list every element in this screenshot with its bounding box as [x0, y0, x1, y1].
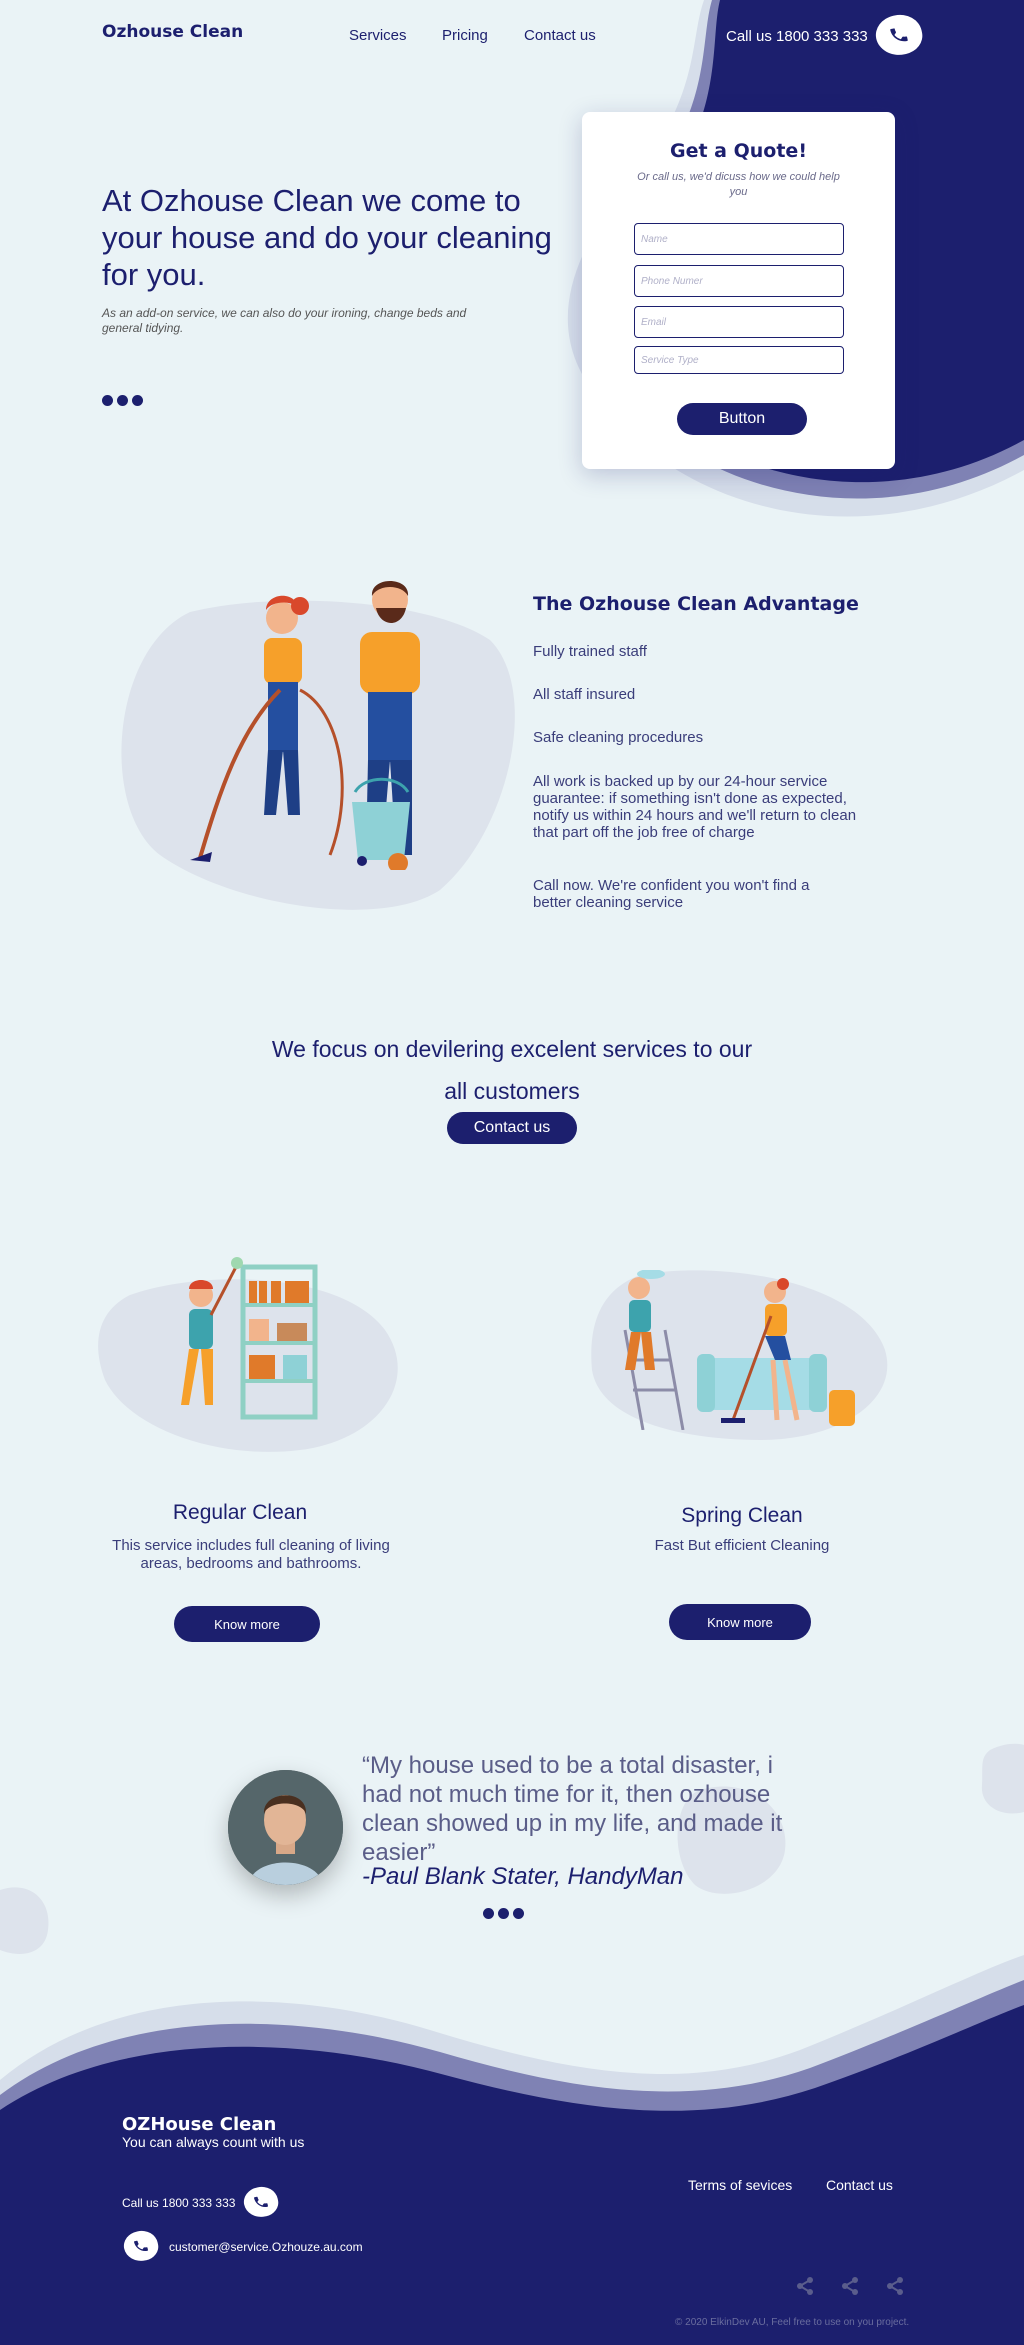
hero-title: At Ozhouse Clean we come to your house a…	[102, 183, 552, 292]
advantage-call-now: Call now. We're confident you won't find…	[533, 877, 810, 911]
quote-form-card: Get a Quote! Or call us, we'd dicuss how…	[582, 112, 895, 469]
quote-form-title: Get a Quote!	[670, 140, 807, 162]
advantage-guarantee: All work is backed up by our 24-hour ser…	[533, 773, 857, 841]
regular-clean-know-more-button[interactable]: Know more	[174, 1606, 320, 1642]
footer-terms-link[interactable]: Terms of sevices	[688, 2177, 792, 2193]
nav-services[interactable]: Services	[349, 27, 407, 44]
spring-clean-description: Fast But efficient Cleaning	[654, 1537, 830, 1554]
footer-brand: OZHouse Clean	[122, 2114, 277, 2135]
footer-email-link[interactable]: customer@service.Ozhouze.au.com	[169, 2240, 363, 2254]
nav-contact-us[interactable]: Contact us	[524, 27, 596, 44]
header-call-text[interactable]: Call us 1800 333 333	[726, 28, 868, 45]
advantage-title: The Ozhouse Clean Advantage	[533, 593, 859, 615]
focus-heading-line1: We focus on devilering excelent services…	[271, 1036, 753, 1062]
advantage-item: Fully trained staff	[533, 643, 647, 660]
email-field[interactable]	[634, 306, 844, 338]
phone-icon	[890, 28, 908, 42]
phone-field[interactable]	[634, 265, 844, 297]
name-field[interactable]	[634, 223, 844, 255]
contact-us-button[interactable]: Contact us	[447, 1112, 577, 1144]
social-share-icons	[795, 2276, 905, 2296]
spring-clean-illustration	[623, 1270, 855, 1430]
regular-clean-illustration	[181, 1257, 318, 1420]
reviewer-avatar	[228, 1770, 343, 1885]
regular-clean-description: This service includes full cleaning of l…	[112, 1537, 390, 1572]
phone-icon	[254, 2196, 268, 2208]
footer-call-text[interactable]: Call us 1800 333 333	[122, 2196, 235, 2210]
phone-icon	[134, 2240, 148, 2252]
advantage-item: All staff insured	[533, 686, 636, 703]
testimonial-quote: “My house used to be a total disaster, i…	[362, 1752, 783, 1866]
hero-subtitle: As an add-on service, we can also do you…	[102, 306, 467, 335]
hero-carousel-dots[interactable]	[102, 395, 143, 406]
share-icon[interactable]	[795, 2276, 815, 2296]
nav-pricing[interactable]: Pricing	[442, 27, 488, 44]
service-type-field[interactable]	[634, 346, 844, 374]
cleaners-illustration	[190, 581, 420, 870]
avatar-portrait-icon	[228, 1770, 343, 1885]
copyright-text: © 2020 ElkinDev AU, Feel free to use on …	[675, 2317, 910, 2328]
share-icon[interactable]	[840, 2276, 860, 2296]
regular-clean-title: Regular Clean	[172, 1501, 308, 1524]
quote-form-subtitle: Or call us, we'd dicuss how we could hel…	[637, 171, 840, 198]
testimonial-author: -Paul Blank Stater, HandyMan	[362, 1863, 684, 1890]
share-icon[interactable]	[885, 2276, 905, 2296]
footer-tagline: You can always count with us	[122, 2134, 305, 2150]
focus-heading-line2: all customers	[444, 1078, 580, 1104]
spring-clean-know-more-button[interactable]: Know more	[669, 1604, 811, 1640]
spring-clean-title: Spring Clean	[681, 1504, 803, 1527]
footer-contact-link[interactable]: Contact us	[826, 2177, 893, 2193]
focus-heading: We focus on devilering excelent services…	[240, 1028, 784, 1112]
quote-submit-button[interactable]: Button	[677, 403, 807, 435]
advantage-item: Safe cleaning procedures	[533, 729, 704, 746]
testimonial-carousel-dots[interactable]	[483, 1908, 524, 1919]
site-logo[interactable]: Ozhouse Clean	[102, 22, 243, 42]
